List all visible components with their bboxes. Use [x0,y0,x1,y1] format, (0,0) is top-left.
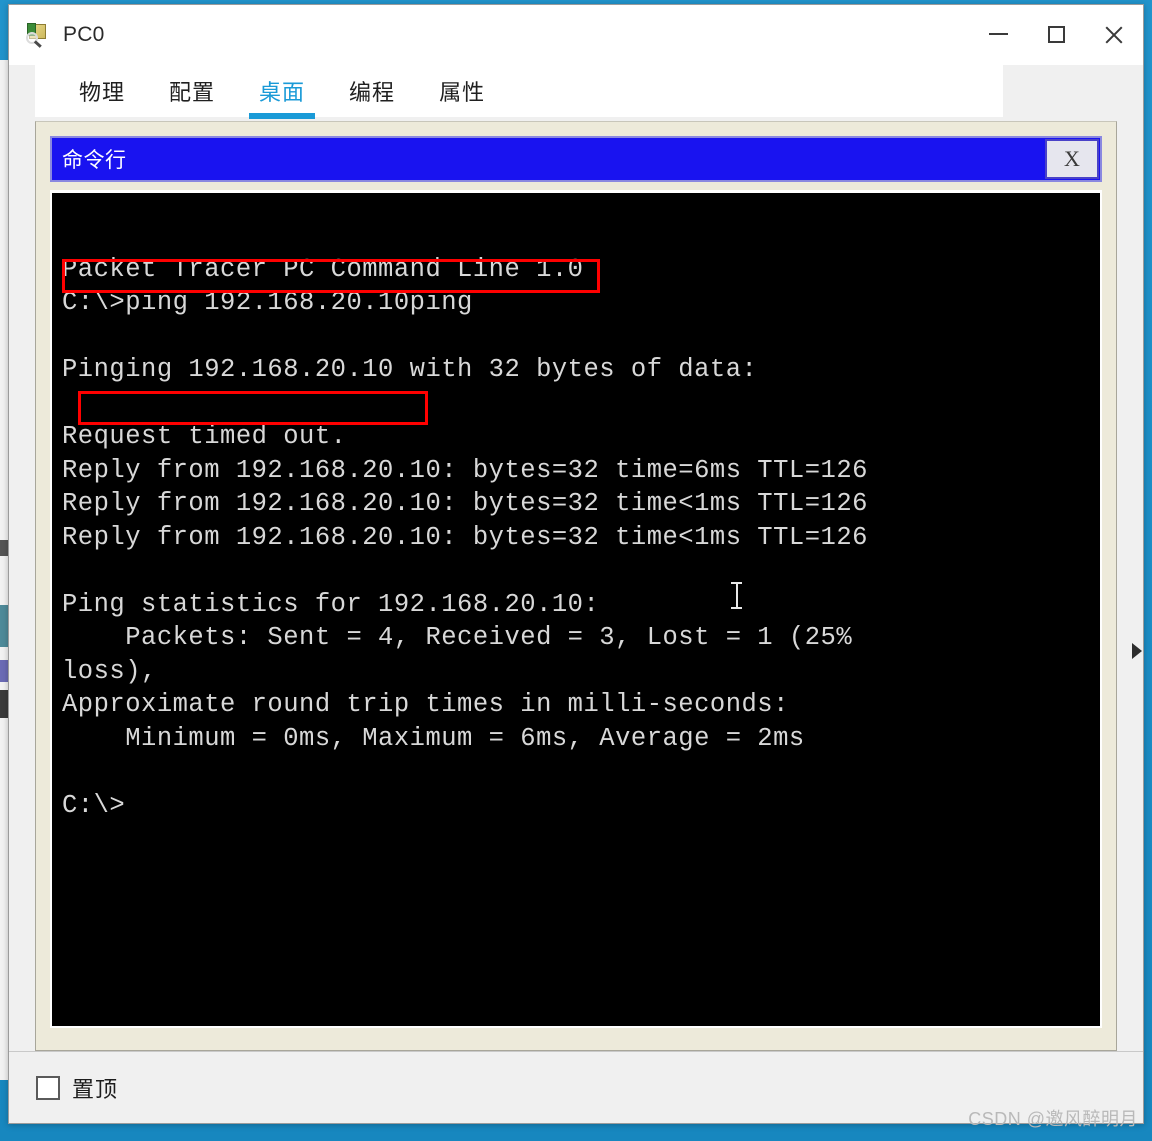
close-icon [1103,24,1125,46]
terminal-line: Pinging 192.168.20.10 with 32 bytes of d… [62,355,758,384]
terminal-line: Reply from 192.168.20.10: bytes=32 time=… [62,455,868,485]
tabstrip: 物理 配置 桌面 编程 属性 [35,65,1003,119]
terminal-text: Packet Tracer PC Command Line 1.0 C:\>pin… [62,219,1090,822]
terminal-line: Packet Tracer PC Command Line 1.0 [62,254,584,284]
always-on-top-label: 置顶 [72,1076,119,1102]
maximize-button[interactable] [1027,5,1085,64]
terminal-line: Reply from 192.168.20.10: bytes=32 time<… [62,522,868,552]
terminal-line: Request timed out. [62,422,347,451]
csdn-watermark: CSDN @邀风醉明月 [968,1109,1138,1129]
terminal-line: Packets: Sent = 4, Received = 3, Lost = … [62,623,853,652]
minimize-icon [988,32,1008,35]
terminal-line: loss), [62,656,157,686]
command-line-titlebar: 命令行 X [50,136,1102,182]
terminal-line: Reply from 192.168.20.10: bytes=32 time<… [62,489,868,518]
window-titlebar: PC0 [9,5,1143,65]
tabstrip-container: 物理 配置 桌面 编程 属性 [9,65,1143,119]
command-prompt-app-panel: 命令行 X Packet Tracer PC Command Line 1.0 C… [35,121,1117,1051]
terminal-line: C:\> [62,790,126,820]
always-on-top-checkbox[interactable] [36,1075,60,1100]
terminal-line: Minimum = 0ms, Maximum = 6ms, Average = … [62,723,805,753]
packet-tracer-pc-icon [26,22,50,48]
command-line-title: 命令行 [62,149,127,172]
tab-attributes[interactable]: 属性 [417,65,507,117]
pc0-device-window: PC0 物理 配置 桌面 编程 属性 命令行 X Packet Tracer P… [8,4,1144,1124]
tab-physical[interactable]: 物理 [57,65,147,117]
command-line-close-button[interactable]: X [1045,139,1099,179]
tab-desktop[interactable]: 桌面 [237,65,327,119]
tab-programming[interactable]: 编程 [327,65,417,117]
window-title: PC0 [63,22,105,46]
window-controls [969,5,1143,64]
terminal-output-area[interactable]: Packet Tracer PC Command Line 1.0 C:\>pin… [50,190,1102,1028]
panel-expand-arrow-icon[interactable] [1132,643,1142,659]
close-window-button[interactable] [1085,5,1143,64]
tab-config[interactable]: 配置 [147,65,237,117]
terminal-line: Ping statistics for 192.168.20.10: [62,589,600,619]
minimize-button[interactable] [969,5,1027,64]
desktop-tab-content: 命令行 X Packet Tracer PC Command Line 1.0 C… [9,117,1143,1051]
terminal-line: Approximate round trip times in milli-se… [62,690,789,719]
terminal-line: C:\>ping 192.168.20.10ping [62,288,473,317]
maximize-icon [1047,26,1065,43]
